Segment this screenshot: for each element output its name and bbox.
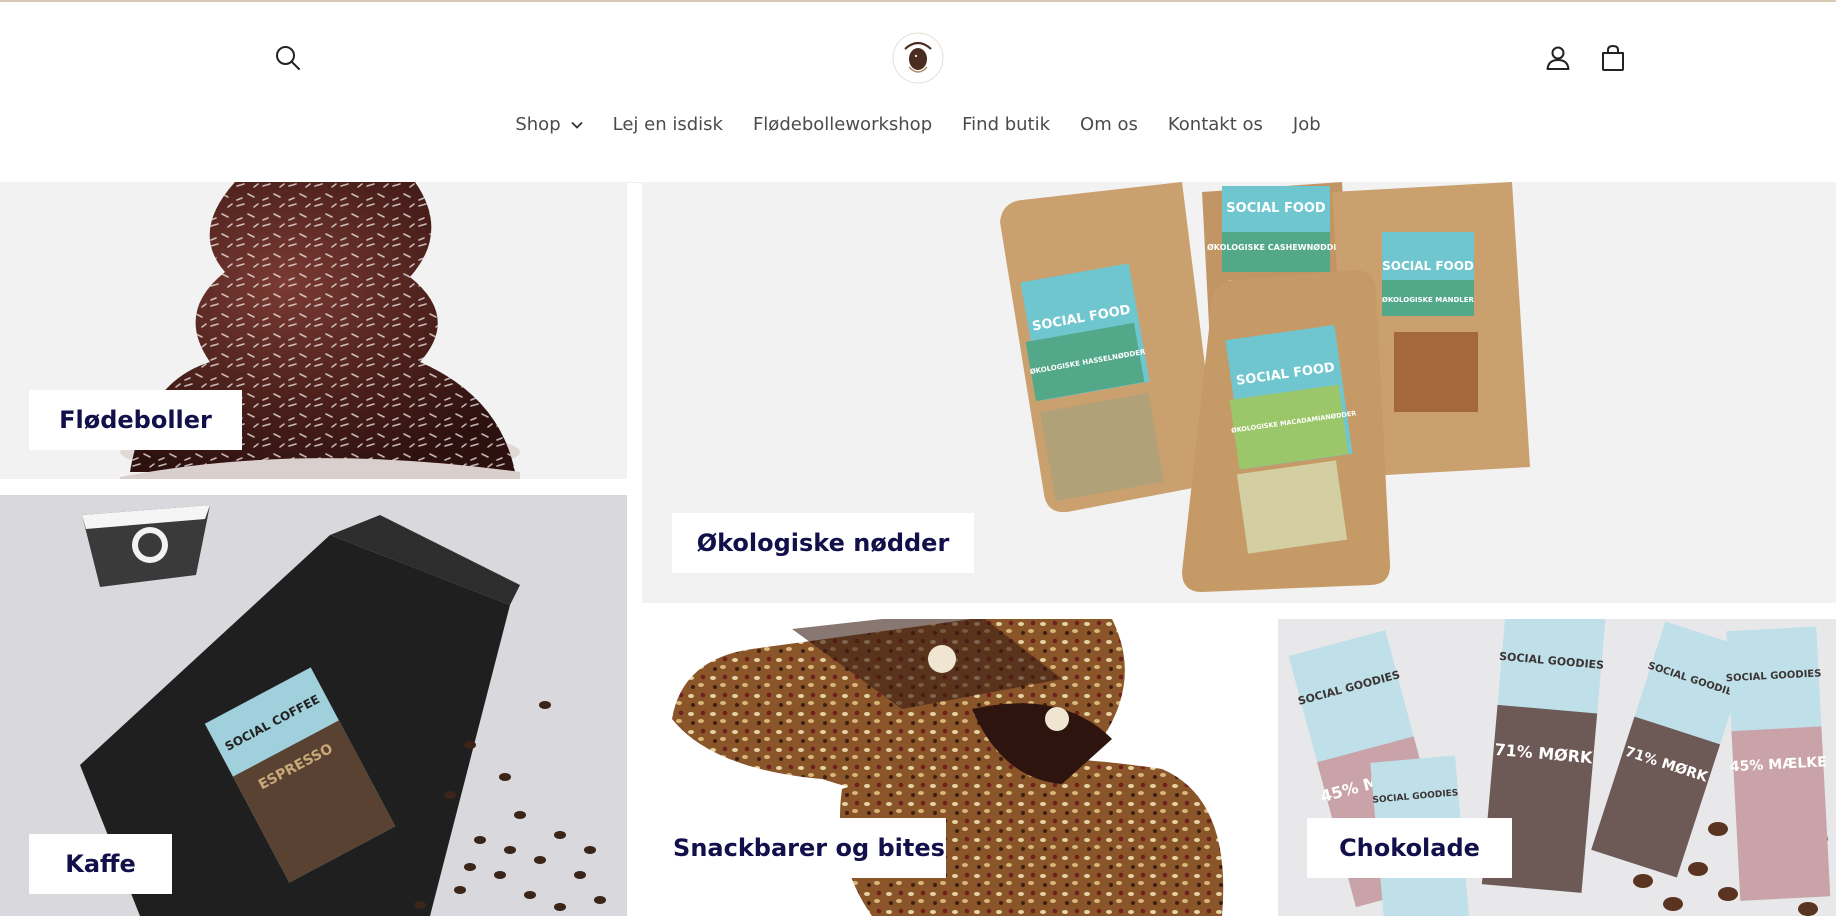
nav-item-flodebolleworkshop[interactable]: Flødebolleworkshop <box>738 106 947 143</box>
collection-label: Økologiske nødder <box>672 513 974 573</box>
nav-item-kontakt-os[interactable]: Kontakt os <box>1153 106 1278 143</box>
account-button[interactable] <box>1536 36 1580 80</box>
collection-tile-chokolade[interactable]: SOCIAL GOODIES 45% MÆLKE SOCIAL GOODIES … <box>1278 619 1836 916</box>
nav-item-label: Om os <box>1080 114 1138 135</box>
collection-label: Kaffe <box>29 834 172 894</box>
logo-emblem <box>892 32 944 84</box>
nav-item-find-butik[interactable]: Find butik <box>947 106 1065 143</box>
nav-item-label: Find butik <box>962 114 1051 135</box>
search-button[interactable] <box>266 36 310 80</box>
collection-tile-snackbarer-og-bites[interactable]: Snackbarer og bites <box>642 619 1269 916</box>
search-icon <box>276 46 300 70</box>
nav-item-job[interactable]: Job <box>1278 106 1336 143</box>
nut-bag-brand: SOCIAL FOOD <box>1226 201 1326 216</box>
site-header: Shop Lej en isdisk Flødebolleworkshop Fi… <box>0 2 1836 183</box>
nav-item-lej-en-isdisk[interactable]: Lej en isdisk <box>598 106 738 143</box>
nut-bag-label: ØKOLOGISKE CASHEWNØDDER <box>1207 242 1345 252</box>
nav-item-label: Job <box>1292 114 1321 135</box>
nav-item-label: Kontakt os <box>1167 114 1263 135</box>
cart-icon <box>1602 44 1624 71</box>
cart-button[interactable] <box>1591 36 1635 80</box>
collection-label: Chokolade <box>1307 818 1512 878</box>
collection-label: Snackbarer og bites <box>672 818 946 878</box>
site-logo[interactable] <box>890 30 946 86</box>
collection-label: Flødeboller <box>29 390 242 450</box>
nav-item-shop[interactable]: Shop <box>500 106 597 143</box>
collection-tile-okologiske-nodder[interactable]: SOCIAL FOOD ØKOLOGISKE CASHEWNØDDER SOCI… <box>642 182 1836 603</box>
chevron-down-icon <box>570 121 583 129</box>
collection-grid: Flødeboller SOCIAL FOOD ØKOLOGISKE CASHE… <box>0 182 1836 916</box>
nav-item-label: Flødebolleworkshop <box>752 114 933 135</box>
main-navigation: Shop Lej en isdisk Flødebolleworkshop Fi… <box>0 106 1836 143</box>
collection-tile-kaffe[interactable]: SOCIAL COFFEE ESPRESSO Kaffe <box>0 495 627 916</box>
nut-bag-label: ØKOLOGISKE MANDLER <box>1382 296 1475 304</box>
account-icon <box>1546 46 1570 70</box>
nav-item-label: Shop <box>515 114 561 135</box>
nav-item-om-os[interactable]: Om os <box>1065 106 1153 143</box>
collection-tile-flodeboller[interactable]: Flødeboller <box>0 182 627 479</box>
nut-bag-brand: SOCIAL FOOD <box>1382 259 1474 273</box>
nav-item-label: Lej en isdisk <box>612 114 723 135</box>
